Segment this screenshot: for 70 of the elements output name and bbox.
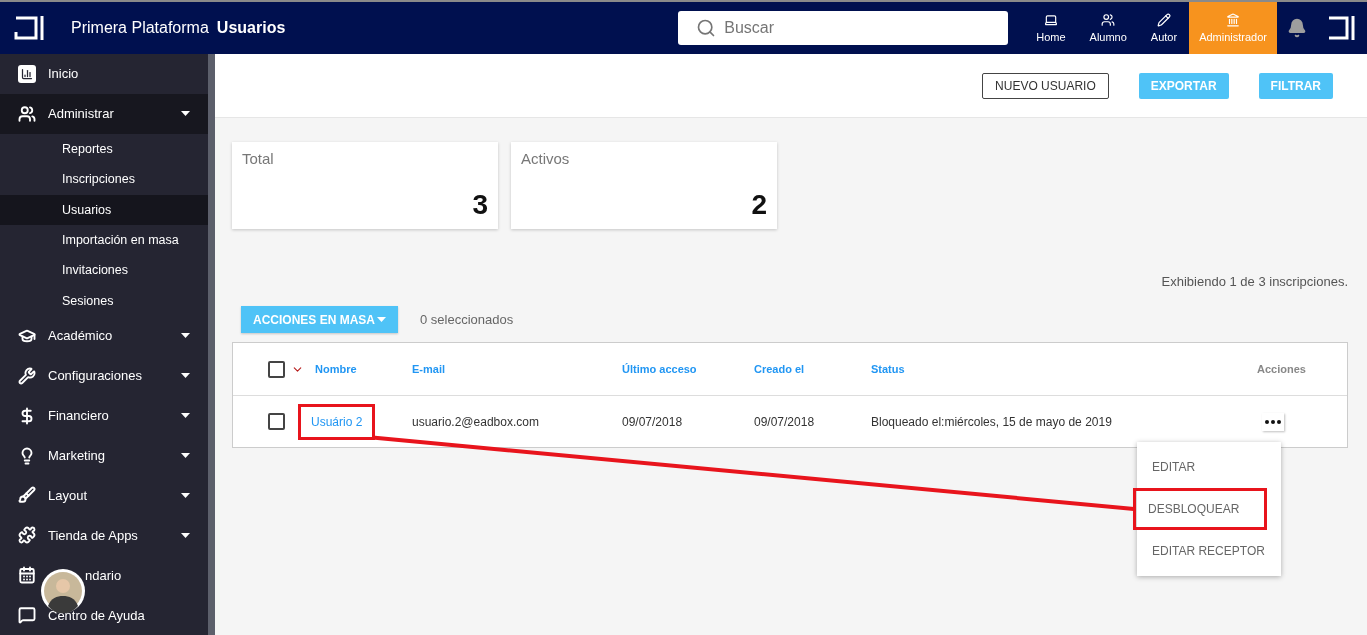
graduation-cap-icon [18, 327, 36, 345]
bank-icon [1226, 13, 1241, 27]
search-icon [696, 18, 717, 38]
people-icon [1101, 13, 1116, 27]
chart-icon [18, 64, 36, 83]
brush-icon [18, 486, 36, 505]
sidebar-item[interactable]: Administrar [0, 93, 208, 134]
calendar-icon [18, 566, 36, 585]
sidebar-item[interactable]: Financiero [0, 395, 208, 436]
stat-value: 3 [472, 189, 488, 221]
sidebar-item[interactable]: Académico [0, 316, 208, 356]
toolbar-button[interactable]: NUEVO USUARIO [982, 72, 1109, 99]
wrench-icon [18, 366, 36, 385]
page-title: Usuarios [216, 19, 286, 37]
puzzle-icon [18, 526, 36, 545]
platform-name: Primera Plataforma [71, 19, 209, 37]
results-summary: Exhibiendo 1 de 3 inscripciones. [1161, 274, 1348, 289]
laptop-icon [1043, 13, 1058, 27]
sidebar-subitem[interactable]: Importación en masa [0, 224, 208, 256]
caret-icon [181, 111, 190, 117]
chat-icon [18, 606, 36, 624]
bell-icon [1287, 18, 1307, 38]
table-cell-text: 09/07/2018 [754, 414, 816, 429]
column-header: E-mail [412, 363, 446, 375]
sidebar-item[interactable]: Layout [0, 475, 208, 516]
sidebar-subitem[interactable]: Invitaciones [0, 255, 208, 286]
sidebar-subitem[interactable]: Usuarios [0, 194, 208, 225]
caret-icon [377, 317, 386, 322]
ellipsis-icon [1265, 419, 1281, 424]
caret-icon [181, 373, 190, 379]
more-actions-button[interactable] [1262, 412, 1284, 431]
sidebar-item[interactable]: ndario [0, 555, 208, 596]
logo-icon [14, 16, 44, 40]
role-tab[interactable]: Alumno [1077, 2, 1139, 54]
column-header: Creado el [754, 363, 806, 375]
table-cell-text: Bloqueado el:miércoles, 15 de mayo de 2019 [871, 414, 1113, 429]
people-icon [18, 104, 36, 123]
select-all-checkbox[interactable] [268, 360, 285, 378]
menu-item[interactable]: DESBLOQUEAR [1133, 488, 1267, 530]
row-checkbox[interactable] [268, 413, 285, 430]
table-cell-text: usuario.2@eadbox.com [412, 414, 540, 429]
caret-icon [181, 532, 190, 538]
sidebar-subitem[interactable]: Inscripciones [0, 164, 208, 195]
panel-icon [1327, 16, 1355, 40]
column-header: Último acceso [622, 363, 698, 375]
stat-label: Total [242, 150, 275, 167]
caret-icon [181, 492, 190, 498]
sidebar-item[interactable]: Inicio [0, 54, 208, 94]
sidebar-item[interactable]: Marketing [0, 435, 208, 476]
sidebar-subitem[interactable]: Reportes [0, 133, 208, 165]
caret-icon [181, 453, 190, 459]
selection-count: 0 seleccionados [420, 312, 514, 327]
menu-item[interactable]: EDITAR RECEPTOR [1137, 530, 1281, 572]
sidebar-item[interactable]: Configuraciones [0, 355, 208, 396]
table-cell-text: 09/07/2018 [622, 414, 684, 429]
column-header: Acciones [1257, 363, 1307, 375]
stat-label: Activos [521, 150, 571, 167]
sidebar-item[interactable]: Tienda de Apps [0, 515, 208, 556]
caret-icon [181, 333, 190, 339]
caret-icon [181, 413, 190, 419]
column-header: Nombre [315, 363, 358, 375]
menu-item[interactable]: EDITAR [1137, 446, 1281, 488]
pencil-icon [1157, 13, 1171, 27]
stat-value: 2 [751, 189, 767, 221]
scrollbar[interactable] [208, 54, 215, 635]
sidebar-item[interactable]: Centro de Ayuda [0, 595, 208, 635]
column-header: Status [871, 363, 906, 375]
role-tab[interactable]: Autor [1138, 2, 1190, 54]
sidebar-subitem[interactable]: Sesiones [0, 285, 208, 317]
role-tab[interactable]: Home [1024, 2, 1078, 54]
